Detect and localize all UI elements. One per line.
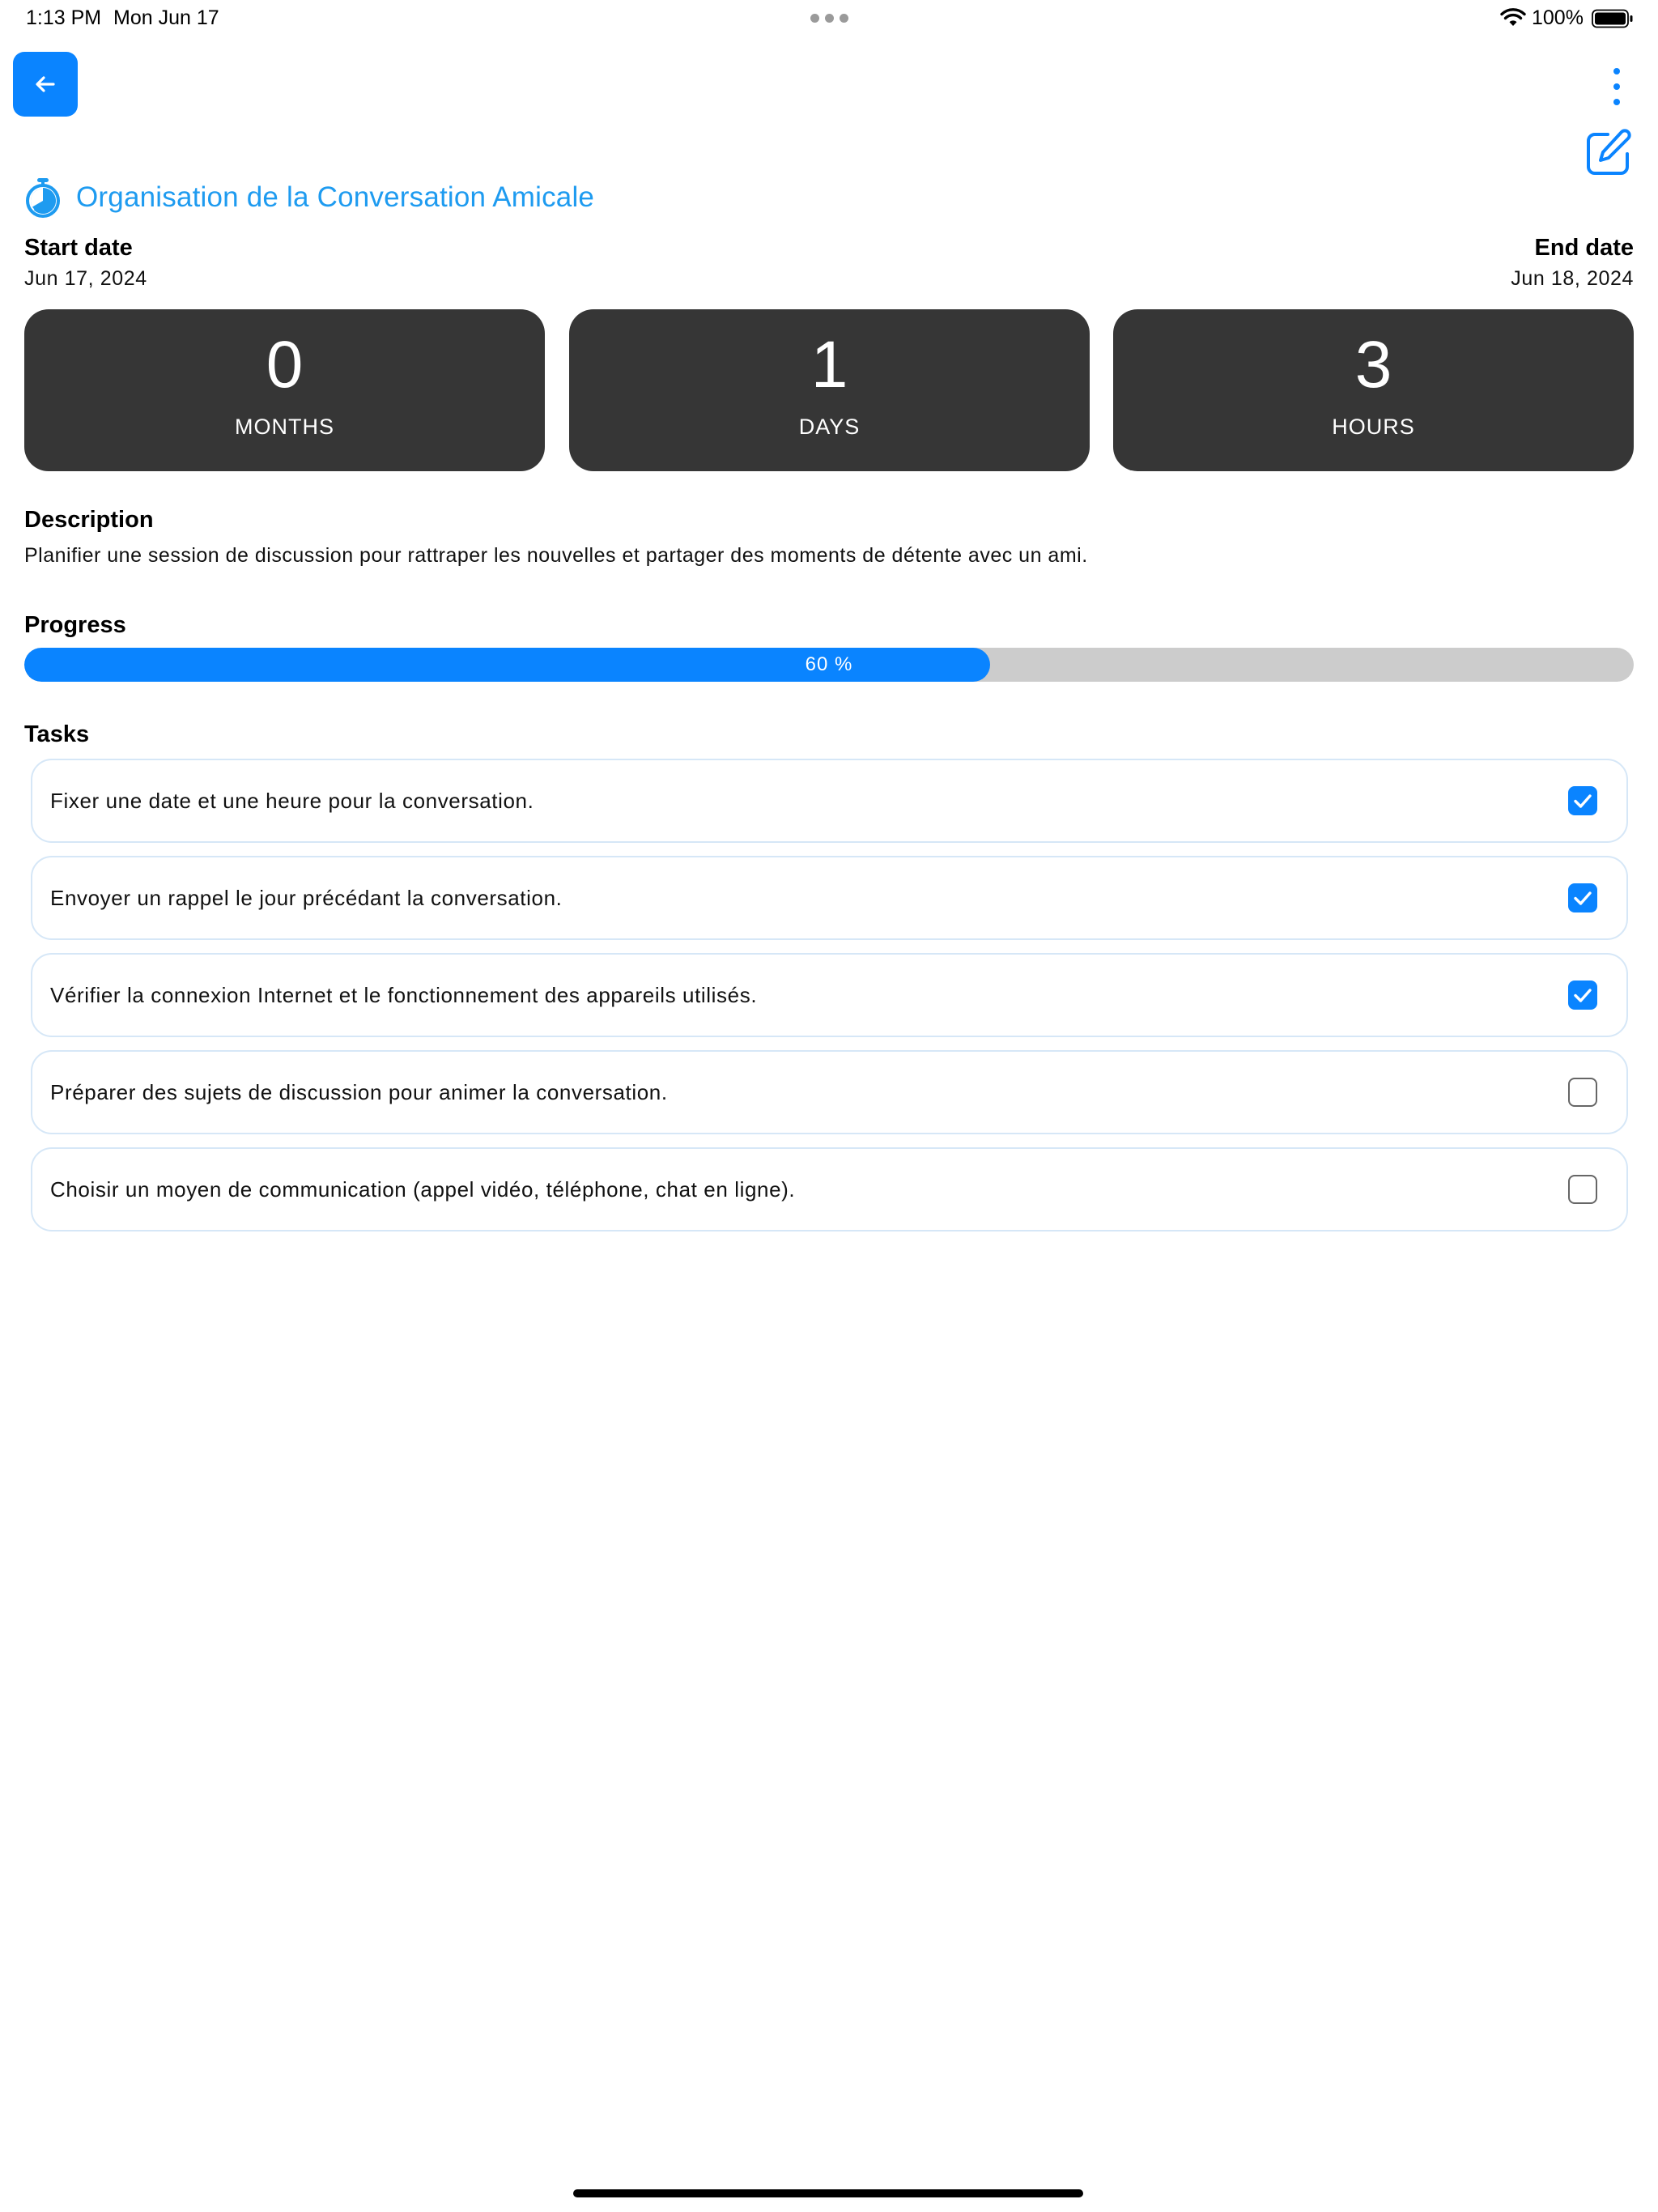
end-date-value: Jun 18, 2024 — [1511, 267, 1634, 290]
checkmark-icon — [1574, 989, 1592, 1002]
task-label: Vérifier la connexion Internet et le fon… — [50, 982, 758, 1007]
progress-bar: 60 % — [24, 648, 1634, 682]
status-time: 1:13 PM — [26, 6, 102, 29]
task-item[interactable]: Vérifier la connexion Internet et le fon… — [31, 953, 1628, 1037]
multitasking-dots-icon[interactable] — [810, 14, 848, 23]
task-checkbox[interactable] — [1568, 1175, 1597, 1204]
project-detail-screen: 1:13 PM Mon Jun 17 100% Organisation de … — [0, 0, 1658, 2212]
days-value: 1 — [810, 328, 848, 402]
task-item[interactable]: Préparer des sujets de discussion pour a… — [31, 1050, 1628, 1134]
task-checkbox[interactable] — [1568, 1078, 1597, 1107]
timer-icon — [26, 178, 60, 218]
start-date-value: Jun 17, 2024 — [24, 267, 147, 290]
checkmark-icon — [1574, 794, 1592, 808]
task-checkbox[interactable] — [1568, 883, 1597, 912]
tasks-heading: Tasks — [24, 721, 90, 747]
description-text: Planifier une session de discussion pour… — [24, 544, 1088, 567]
checkmark-icon — [1574, 891, 1592, 905]
progress-heading: Progress — [24, 612, 126, 638]
status-date: Mon Jun 17 — [113, 6, 219, 29]
task-label: Choisir un moyen de communication (appel… — [50, 1176, 796, 1202]
hours-remaining-card: 3 HOURS — [1113, 309, 1634, 471]
task-item[interactable]: Fixer une date et une heure pour la conv… — [31, 759, 1628, 843]
task-label: Préparer des sujets de discussion pour a… — [50, 1079, 668, 1104]
task-checkbox[interactable] — [1568, 786, 1597, 815]
task-item[interactable]: Envoyer un rappel le jour précédant la c… — [31, 856, 1628, 940]
battery-percentage: 100% — [1532, 6, 1584, 29]
task-label: Fixer une date et une heure pour la conv… — [50, 788, 534, 813]
end-date-label: End date — [1534, 235, 1634, 261]
more-options-button[interactable] — [1605, 68, 1629, 105]
page-title: Organisation de la Conversation Amicale — [76, 181, 595, 213]
edit-pen-icon[interactable] — [1584, 128, 1634, 178]
task-label: Envoyer un rappel le jour précédant la c… — [50, 885, 563, 910]
task-list: Fixer une date et une heure pour la conv… — [31, 759, 1628, 1244]
progress-label: 60 % — [805, 653, 853, 675]
task-item[interactable]: Choisir un moyen de communication (appel… — [31, 1147, 1628, 1231]
days-unit: DAYS — [798, 415, 861, 439]
start-date-label: Start date — [24, 235, 133, 261]
back-button[interactable] — [13, 52, 78, 117]
months-remaining-card: 0 MONTHS — [24, 309, 545, 471]
days-remaining-card: 1 DAYS — [569, 309, 1090, 471]
battery-icon — [1592, 9, 1633, 28]
description-heading: Description — [24, 507, 154, 533]
status-bar: 1:13 PM Mon Jun 17 100% — [0, 0, 1658, 39]
months-value: 0 — [266, 328, 304, 402]
months-unit: MONTHS — [235, 415, 334, 439]
more-vertical-icon — [1613, 68, 1620, 74]
arrow-left-icon — [36, 76, 55, 92]
task-checkbox[interactable] — [1568, 981, 1597, 1010]
wifi-icon — [1500, 8, 1526, 26]
hours-unit: HOURS — [1332, 415, 1415, 439]
hours-value: 3 — [1354, 328, 1392, 402]
project-title-row: Organisation de la Conversation Amicale — [24, 177, 594, 219]
home-indicator[interactable] — [573, 2189, 1083, 2197]
